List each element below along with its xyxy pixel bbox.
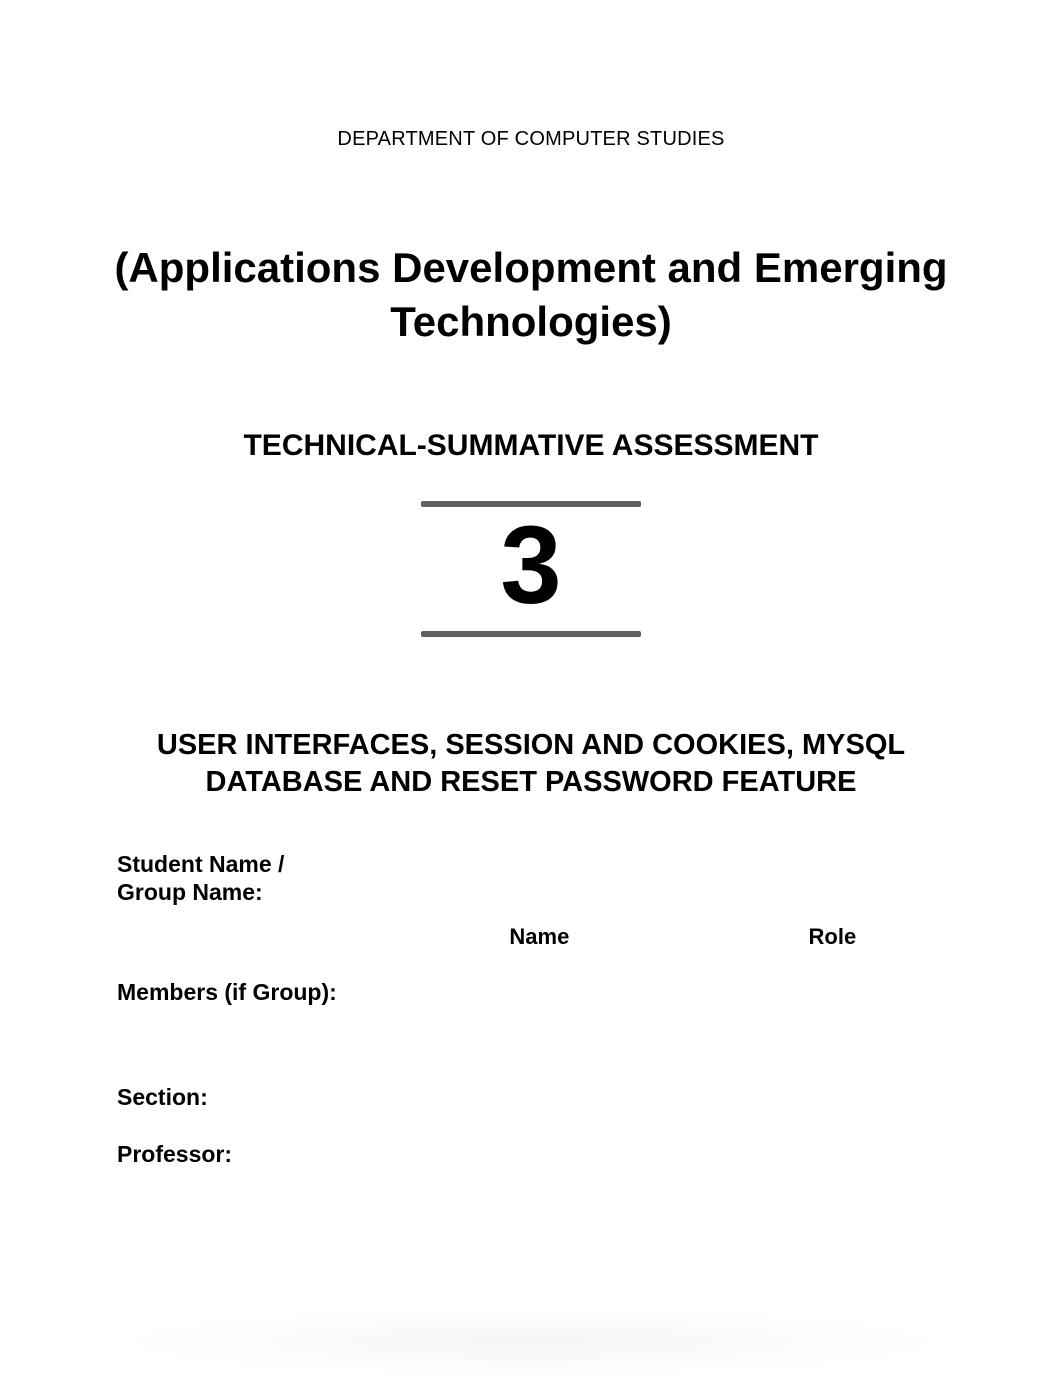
info-table: Student Name / Group Name: Members (if G…	[100, 839, 970, 1186]
assessment-topic: USER INTERFACES, SESSION AND COOKIES, MY…	[100, 727, 962, 801]
table-row	[379, 994, 960, 1026]
members-label: Members (if Group):	[105, 918, 369, 1066]
members-header-role: Role	[705, 922, 960, 954]
section-value	[374, 1071, 965, 1123]
table-row	[379, 958, 960, 990]
section-label: Section:	[105, 1071, 369, 1123]
preview-blur	[110, 1307, 952, 1377]
course-title: (Applications Development and Emerging T…	[100, 241, 962, 349]
assessment-label: TECHNICAL-SUMMATIVE ASSESSMENT	[100, 429, 962, 463]
professor-label: Professor:	[105, 1128, 369, 1180]
professor-value	[374, 1128, 965, 1180]
table-row: Members (if Group): Name Role	[105, 918, 965, 1066]
student-group-label: Student Name / Group Name:	[105, 844, 369, 914]
members-header-name: Name	[379, 922, 700, 954]
member-role-cell	[705, 958, 960, 990]
assessment-number: 3	[421, 511, 641, 621]
table-row: Student Name / Group Name:	[105, 844, 965, 914]
table-row	[379, 1030, 960, 1062]
member-name-cell	[379, 994, 700, 1026]
assessment-number-block: 3	[421, 501, 641, 637]
member-role-cell	[705, 994, 960, 1026]
table-row: Section:	[105, 1071, 965, 1123]
document-page: DEPARTMENT OF COMPUTER STUDIES (Applicat…	[0, 0, 1062, 1377]
member-name-cell	[379, 958, 700, 990]
members-table: Name Role	[374, 918, 965, 1066]
department-heading: DEPARTMENT OF COMPUTER STUDIES	[100, 128, 962, 151]
table-row: Professor:	[105, 1128, 965, 1180]
member-role-cell	[705, 1030, 960, 1062]
student-group-value	[374, 844, 965, 914]
divider	[421, 631, 641, 637]
members-cell: Name Role	[374, 918, 965, 1066]
table-row: Name Role	[379, 922, 960, 954]
member-name-cell	[379, 1030, 700, 1062]
